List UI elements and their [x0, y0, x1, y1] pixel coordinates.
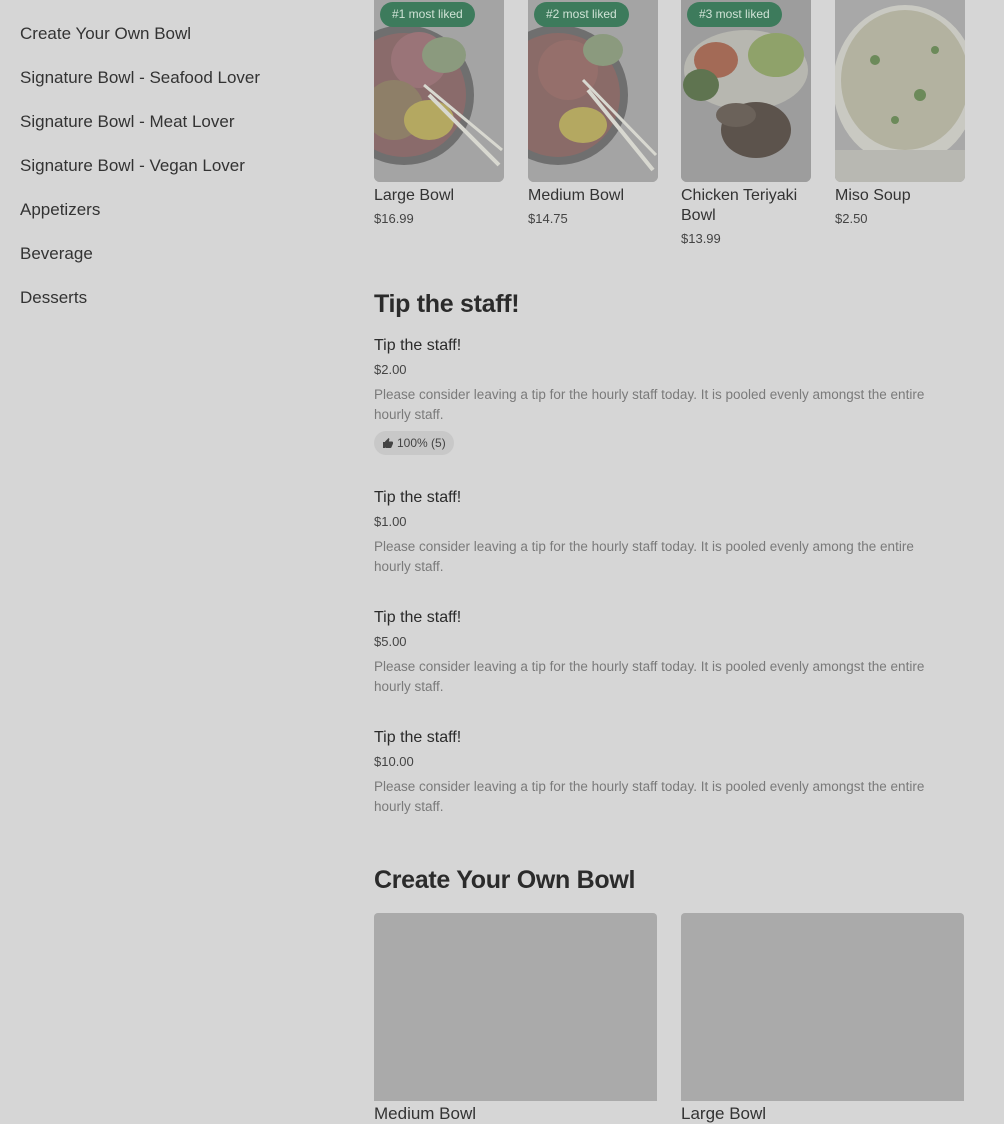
sidebar-item-seafood-lover[interactable]: Signature Bowl - Seafood Lover — [20, 68, 260, 88]
item-name: Miso Soup — [835, 187, 911, 204]
rating-badge: 100% (5) — [374, 431, 454, 455]
item-description: Please consider leaving a tip for the ho… — [374, 387, 925, 422]
item-price: $1.00 — [374, 514, 407, 529]
item-name: Tip the staff! — [374, 609, 462, 626]
item-name: Tip the staff! — [374, 489, 462, 506]
item-name: Tip the staff! — [374, 337, 462, 354]
item-description: Please consider leaving a tip for the ho… — [374, 659, 925, 694]
sidebar-item-meat-lover[interactable]: Signature Bowl - Meat Lover — [20, 112, 235, 132]
sidebar-item-desserts[interactable]: Desserts — [20, 288, 87, 308]
miso-soup-image — [835, 0, 965, 182]
item-price: $2.50 — [835, 211, 868, 226]
item-description: Please consider leaving a tip for the ho… — [374, 779, 925, 814]
sidebar-item-beverage[interactable]: Beverage — [20, 244, 93, 264]
item-name: Large Bowl — [681, 1104, 767, 1123]
item-name: Chicken Teriyaki Bowl — [681, 187, 798, 224]
item-name: Medium Bowl — [374, 1104, 477, 1123]
item-price: $5.00 — [374, 634, 407, 649]
thumbs-up-icon — [383, 438, 393, 448]
rating-value: 100% (5) — [397, 436, 446, 450]
item-image-placeholder — [374, 913, 657, 1101]
item-price: $16.99 — [374, 211, 414, 226]
section-title-create-your-own-bowl: Create Your Own Bowl — [374, 866, 636, 894]
item-price: $14.75 — [528, 211, 568, 226]
poke-bowl-image: #2 most liked — [528, 0, 658, 182]
item-description: Please consider leaving a tip for the ho… — [374, 539, 914, 574]
most-liked-badge: #2 most liked — [534, 2, 629, 27]
most-liked-badge: #1 most liked — [380, 2, 475, 27]
item-price: $13.99 — [681, 231, 721, 246]
poke-bowl-image: #1 most liked — [374, 0, 504, 182]
chicken-teriyaki-image: #3 most liked — [681, 0, 811, 182]
item-name: Tip the staff! — [374, 729, 462, 746]
item-price: $10.00 — [374, 754, 414, 769]
item-name: Large Bowl — [374, 187, 455, 204]
item-name: Medium Bowl — [528, 187, 625, 204]
most-liked-badge: #3 most liked — [687, 2, 782, 27]
item-image-placeholder — [681, 913, 964, 1101]
sidebar-item-appetizers[interactable]: Appetizers — [20, 200, 100, 220]
item-price: $2.00 — [374, 362, 407, 377]
section-title-tip: Tip the staff! — [374, 290, 520, 318]
sidebar-item-vegan-lover[interactable]: Signature Bowl - Vegan Lover — [20, 156, 245, 176]
sidebar-item-create-your-own-bowl[interactable]: Create Your Own Bowl — [20, 24, 191, 44]
